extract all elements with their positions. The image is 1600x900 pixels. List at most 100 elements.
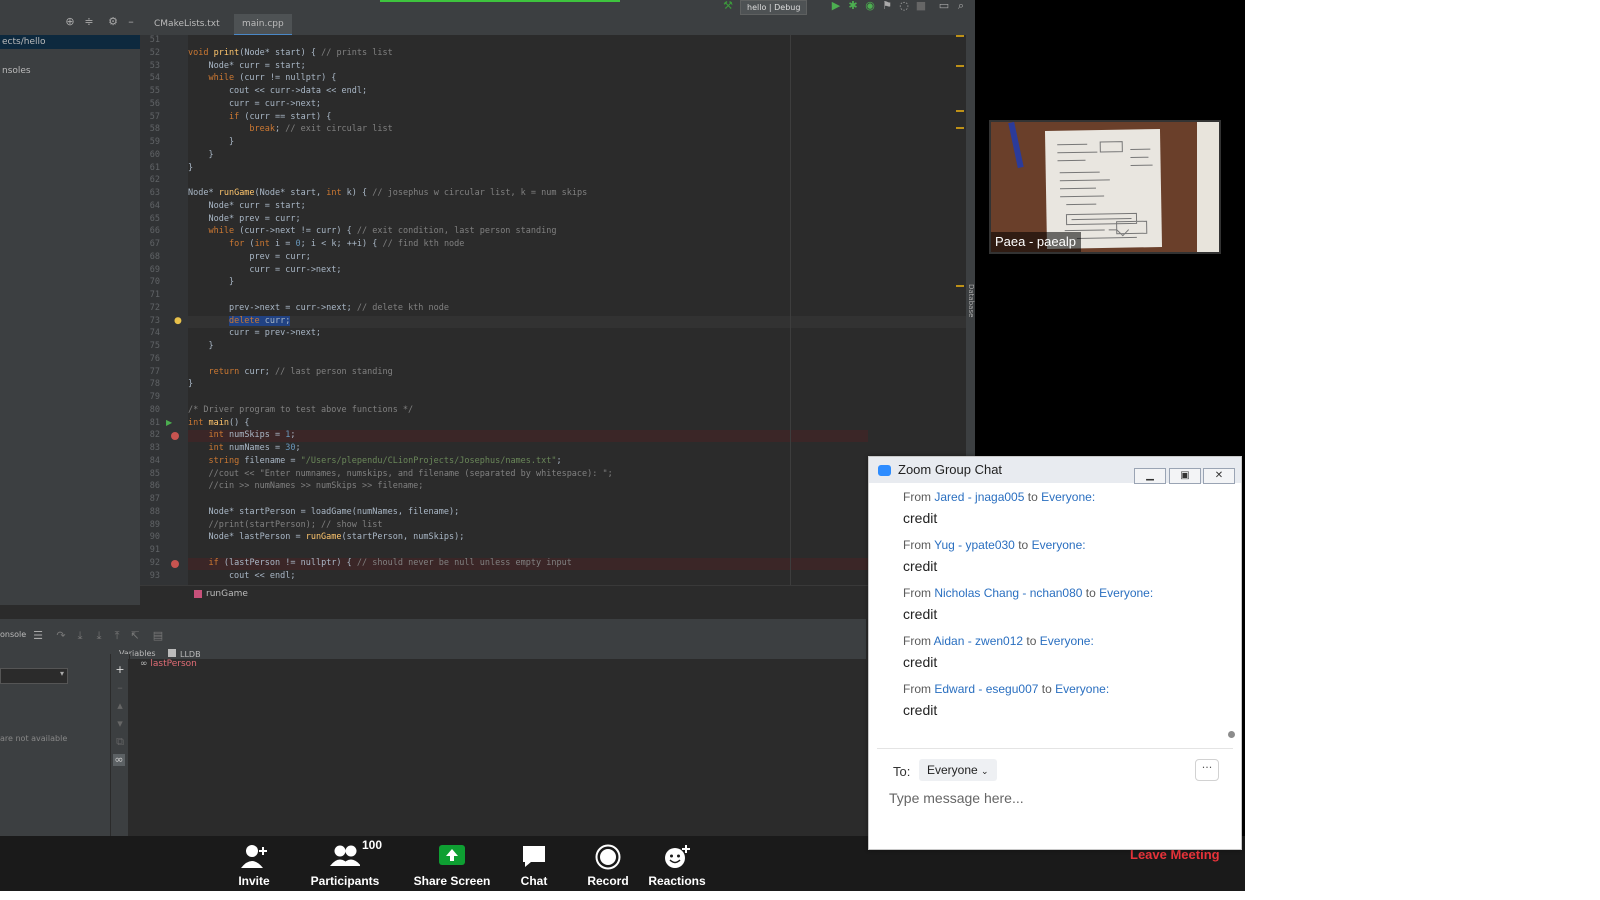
code-editor[interactable]: void print(Node* start) { // prints list… bbox=[188, 35, 966, 585]
chat-icon bbox=[523, 846, 545, 867]
gear-icon[interactable]: ⚙ bbox=[107, 16, 119, 28]
build-icon[interactable]: ⚒ bbox=[722, 0, 734, 12]
to-text: to bbox=[1018, 538, 1029, 552]
line-number: 80 bbox=[149, 404, 160, 415]
invite-button[interactable]: Invite bbox=[209, 836, 299, 891]
code-line: //cin >> numNames >> numSkips >> filenam… bbox=[188, 481, 424, 492]
watch-variable-name: lastPerson bbox=[150, 659, 197, 669]
chevron-down-icon: ⌄ bbox=[981, 766, 989, 776]
chat-titlebar[interactable]: Zoom Group Chat ▁ ▣ ✕ bbox=[869, 457, 1241, 484]
tab-main-cpp[interactable]: main.cpp bbox=[234, 14, 292, 36]
evaluate-icon[interactable]: ▤ bbox=[152, 630, 164, 642]
scroll-thumb[interactable] bbox=[1228, 731, 1235, 738]
run-gutter-icon[interactable]: ▶ bbox=[166, 418, 172, 427]
line-number: 89 bbox=[149, 519, 160, 530]
step-out-icon[interactable]: ⤒ bbox=[111, 630, 123, 642]
layout-icon[interactable]: ▭ bbox=[938, 0, 950, 12]
line-number: 92 bbox=[149, 557, 160, 568]
share-screen-button[interactable]: Share Screen bbox=[407, 836, 497, 891]
lightbulb-icon[interactable]: ● bbox=[174, 316, 182, 326]
code-line: while (curr->next != curr) { // exit con… bbox=[208, 226, 557, 237]
invite-label: Invite bbox=[238, 874, 270, 888]
collapse-icon[interactable]: ≑ bbox=[83, 16, 95, 28]
record-icon bbox=[595, 844, 621, 870]
search-icon[interactable]: ⌕ bbox=[955, 0, 967, 12]
step-over-icon[interactable]: ↷ bbox=[55, 630, 67, 642]
code-line: for (int i = 0; i < k; ++i) { // find kt… bbox=[228, 239, 465, 249]
recipient-name[interactable]: Everyone: bbox=[1055, 682, 1109, 696]
participants-button[interactable]: 100 Participants bbox=[300, 836, 390, 891]
force-step-icon[interactable]: ⤓ bbox=[93, 630, 105, 642]
sender-name[interactable]: Jared - jnaga005 bbox=[934, 490, 1024, 504]
sender-name[interactable]: Yug - ypate030 bbox=[934, 538, 1015, 552]
recipient-name[interactable]: Everyone: bbox=[1041, 490, 1095, 504]
step-into-icon[interactable]: ⤓ bbox=[74, 630, 86, 642]
watch-variable[interactable]: ∞ lastPerson bbox=[140, 659, 197, 669]
line-number: 86 bbox=[149, 481, 160, 492]
line-number: 93 bbox=[149, 570, 160, 581]
minimize-icon[interactable]: – bbox=[125, 16, 137, 28]
to-text: to bbox=[1027, 490, 1038, 504]
from-text: From bbox=[903, 634, 931, 648]
chat-title: Zoom Group Chat bbox=[898, 462, 1003, 477]
stop-icon[interactable]: ■ bbox=[915, 0, 927, 12]
thread-select[interactable]: ▾ bbox=[0, 668, 68, 684]
line-number: 72 bbox=[149, 302, 160, 313]
code-line: curr = curr->next; bbox=[188, 264, 342, 275]
line-number: 82 bbox=[149, 430, 160, 441]
to-label: To: bbox=[893, 764, 911, 779]
console-tab[interactable]: onsole bbox=[0, 630, 26, 639]
project-row-consoles[interactable]: nsoles bbox=[0, 64, 31, 78]
line-number: 75 bbox=[149, 341, 160, 351]
recipient-name[interactable]: Everyone: bbox=[1040, 634, 1094, 648]
sender-name[interactable]: Nicholas Chang - nchan080 bbox=[934, 586, 1082, 600]
maximize-button[interactable]: ▣ bbox=[1169, 468, 1201, 484]
message-input[interactable] bbox=[889, 787, 1209, 809]
run-configuration-select[interactable]: hello | Debug bbox=[740, 0, 808, 15]
tab-cmakelists[interactable]: CMakeLists.txt bbox=[146, 14, 228, 34]
paper-edge bbox=[1197, 122, 1219, 252]
run-icon[interactable]: ▶ bbox=[830, 0, 842, 12]
copy-icon[interactable]: ⧉ bbox=[114, 736, 126, 748]
reactions-label: Reactions bbox=[648, 874, 706, 888]
tab-lldb[interactable]: LLDB bbox=[168, 649, 201, 659]
scroll-marker bbox=[956, 65, 964, 67]
video-tile[interactable]: Paea - paealp bbox=[989, 120, 1221, 254]
breadcrumb-function[interactable]: runGame bbox=[206, 589, 248, 599]
move-up-icon[interactable]: ▴ bbox=[114, 700, 126, 712]
code-line: //print(startPerson); // show list bbox=[188, 519, 383, 530]
tab-lldb-label: LLDB bbox=[180, 650, 201, 659]
close-button[interactable]: ✕ bbox=[1203, 468, 1235, 484]
breakpoint-icon[interactable] bbox=[171, 559, 179, 568]
remove-watch-icon[interactable]: – bbox=[114, 682, 126, 694]
breakpoint-icon[interactable] bbox=[171, 432, 179, 441]
line-number: 59 bbox=[149, 137, 160, 147]
project-row-hello[interactable]: ects/hello bbox=[0, 35, 140, 49]
reactions-button[interactable]: Reactions bbox=[632, 836, 722, 891]
chat-scrollbar[interactable] bbox=[1227, 487, 1235, 742]
recipient-name[interactable]: Everyone: bbox=[1032, 538, 1086, 552]
line-number: 84 bbox=[149, 455, 160, 466]
line-number: 85 bbox=[149, 468, 160, 479]
code-line: Node* prev = curr; bbox=[188, 213, 301, 224]
more-options-button[interactable]: ··· bbox=[1195, 759, 1219, 781]
recipient-select[interactable]: Everyone ⌄ bbox=[919, 759, 997, 781]
move-down-icon[interactable]: ▾ bbox=[114, 718, 126, 730]
attach-icon[interactable]: ◌ bbox=[898, 0, 910, 12]
minimize-button[interactable]: ▁ bbox=[1134, 468, 1166, 484]
menu-icon[interactable]: ☰ bbox=[32, 630, 44, 642]
message-header: From Yug - ypate030 to Everyone: bbox=[903, 538, 1086, 552]
message-header: From Edward - esegu007 to Everyone: bbox=[903, 682, 1109, 696]
sender-name[interactable]: Aidan - zwen012 bbox=[934, 634, 1023, 648]
run-to-cursor-icon[interactable]: ↸ bbox=[129, 630, 141, 642]
watches-toggle-icon[interactable]: ∞ bbox=[113, 754, 125, 766]
coverage-icon[interactable]: ◉ bbox=[864, 0, 876, 12]
profile-icon[interactable]: ⚑ bbox=[881, 0, 893, 12]
globe-icon[interactable]: ⊕ bbox=[64, 16, 76, 28]
frames-unavailable-text: are not available bbox=[0, 734, 68, 743]
recipient-name[interactable]: Everyone: bbox=[1099, 586, 1153, 600]
to-text: to bbox=[1026, 634, 1037, 648]
debug-icon[interactable]: ✱ bbox=[847, 0, 859, 12]
sender-name[interactable]: Edward - esegu007 bbox=[934, 682, 1038, 696]
add-watch-icon[interactable]: + bbox=[114, 664, 126, 676]
